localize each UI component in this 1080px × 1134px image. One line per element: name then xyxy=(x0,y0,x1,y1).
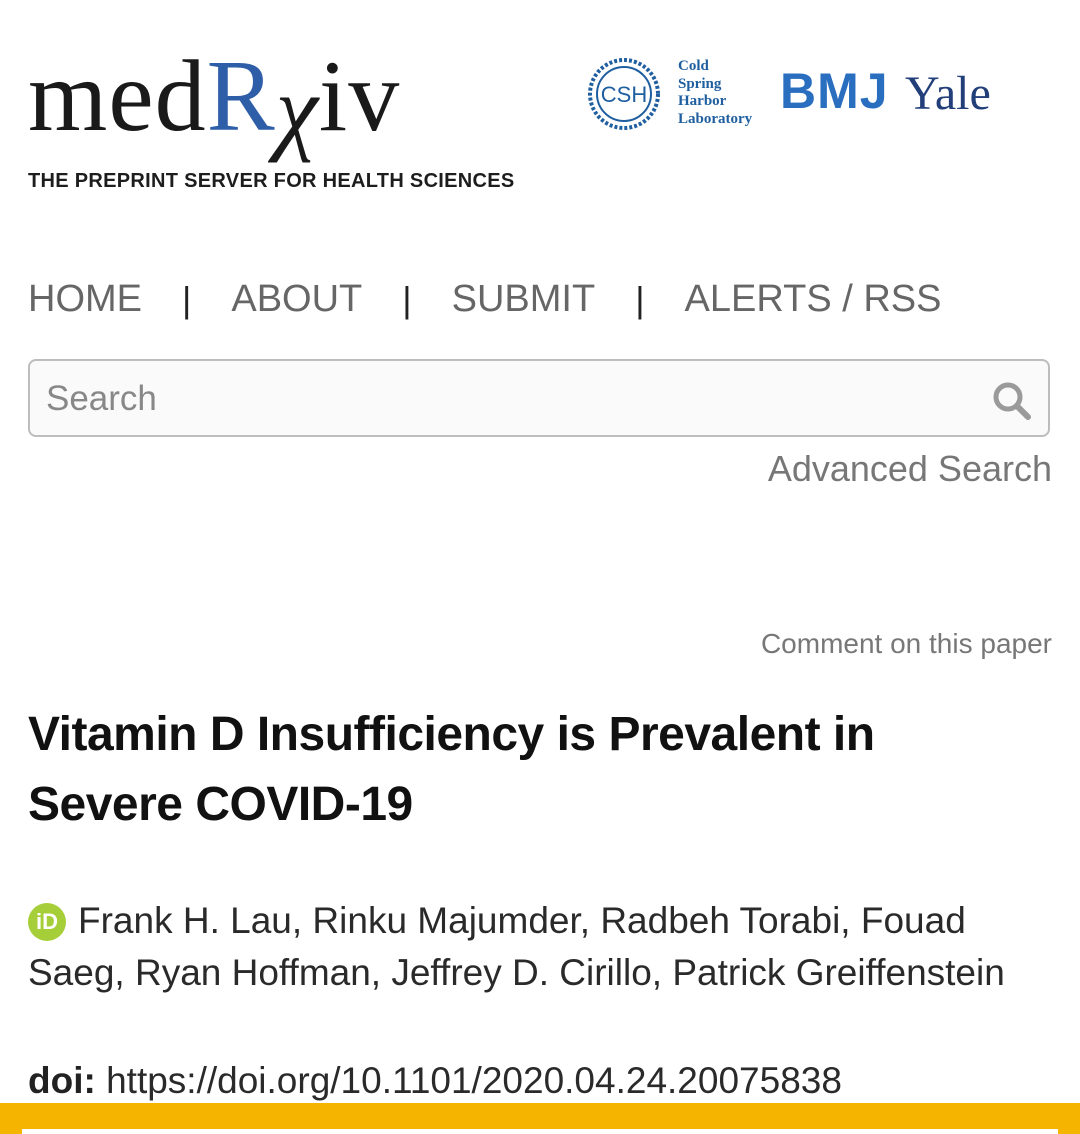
orcid-icon[interactable]: iD xyxy=(28,903,66,941)
search-icon[interactable] xyxy=(992,381,1032,421)
search-box xyxy=(28,359,1050,437)
paper-title: Vitamin D Insufficiency is Prevalent in … xyxy=(28,708,875,831)
nav-home[interactable]: HOME xyxy=(28,278,142,321)
nav-separator: | xyxy=(635,278,645,320)
csh-name: Cold Spring Harbor Laboratory xyxy=(678,58,752,128)
csh-badge-text: CSH xyxy=(601,82,647,107)
doi-link[interactable]: https://doi.org/10.1101/2020.04.24.20075… xyxy=(106,1060,842,1101)
csh-line: Spring xyxy=(678,75,722,92)
csh-line: Cold xyxy=(678,58,709,74)
nav-separator: | xyxy=(182,278,192,320)
nav-submit[interactable]: SUBMIT xyxy=(452,278,596,321)
author-list: iD Frank H. Lau, Rinku Majumder, Radbeh T… xyxy=(28,895,1038,999)
csh-helix-icon: CSH xyxy=(588,58,660,130)
doi-label: doi: xyxy=(28,1060,96,1101)
tagline: THE PREPRINT SERVER FOR HEALTH SCIENCES xyxy=(28,170,515,192)
search-input[interactable] xyxy=(44,361,988,437)
nav-about[interactable]: ABOUT xyxy=(231,278,362,321)
logo-iv: iv xyxy=(318,40,401,153)
bottom-accent-bar xyxy=(0,1103,1080,1134)
advanced-search-link[interactable]: Advanced Search xyxy=(768,448,1052,490)
bmj-logo[interactable]: BMJ xyxy=(780,62,889,120)
csh-line: Harbor xyxy=(678,93,727,109)
logo-r: R xyxy=(206,40,276,153)
yale-logo[interactable]: Yale xyxy=(905,66,991,121)
logo-med: med xyxy=(28,40,207,153)
comment-link[interactable]: Comment on this paper xyxy=(761,628,1052,660)
medrxiv-logo[interactable]: medRχiv xyxy=(28,46,400,158)
authors-text[interactable]: Frank H. Lau, Rinku Majumder, Radbeh Tor… xyxy=(28,900,1005,993)
csh-line: Laboratory xyxy=(678,110,753,127)
bottom-bar-inner xyxy=(22,1129,1058,1134)
nav-alerts-rss[interactable]: ALERTS / RSS xyxy=(685,278,942,321)
nav-separator: | xyxy=(402,278,412,320)
main-nav: HOME | ABOUT | SUBMIT | ALERTS / RSS xyxy=(28,278,942,321)
csh-logo[interactable]: CSH xyxy=(584,54,664,134)
doi-line: doi: https://doi.org/10.1101/2020.04.24.… xyxy=(28,1060,842,1102)
logo-chi: χ xyxy=(275,56,319,163)
